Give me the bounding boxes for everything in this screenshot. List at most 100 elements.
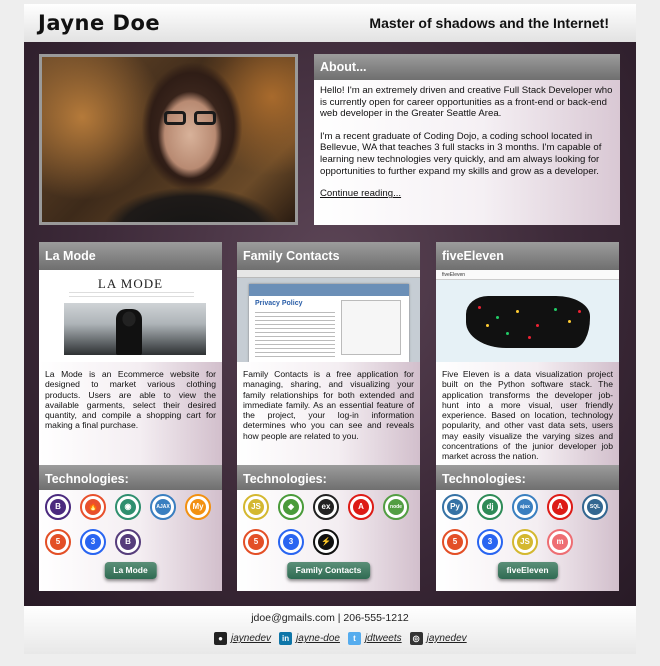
icon-glyph: JS: [517, 534, 533, 550]
icon-glyph: 5: [248, 534, 264, 550]
glasses-detail: [164, 111, 220, 125]
technologies-heading: Technologies:: [436, 465, 619, 490]
icon-glyph: ⚡: [318, 534, 334, 550]
project-card-family-contacts: Family Contacts Privacy Policy Family Co…: [237, 242, 420, 591]
screenshot-title: fiveEleven: [442, 272, 466, 278]
project-screenshot[interactable]: Privacy Policy: [237, 270, 420, 362]
screenshot-hero-image: [64, 303, 206, 355]
icon-glyph: 5: [447, 534, 463, 550]
mysql-workbench-icon: ◉: [115, 494, 141, 520]
site-name: Jayne Doe: [38, 11, 161, 35]
contact-info: jdoe@gmails.com | 206-555-1212: [251, 612, 409, 624]
social-link-codepen[interactable]: jaynedev: [427, 633, 467, 644]
icon-glyph: 3: [482, 534, 498, 550]
codepen-icon[interactable]: ◎: [409, 632, 423, 645]
project-title: La Mode: [39, 242, 222, 270]
sqlite-icon: SQL: [582, 494, 608, 520]
html5-icon: 5: [243, 529, 269, 555]
html5-icon: 5: [442, 529, 468, 555]
icon-glyph: A: [552, 499, 568, 515]
icon-glyph: node: [388, 499, 404, 515]
twitter-icon[interactable]: t: [347, 632, 361, 645]
project-title: Family Contacts: [237, 242, 420, 270]
icon-glyph: dj: [482, 499, 498, 515]
icon-glyph: 5: [50, 534, 66, 550]
mongodb-icon: ◆: [278, 494, 304, 520]
profile-photo: [39, 54, 298, 225]
bootstrap-b-icon: B: [115, 529, 141, 555]
icon-glyph: ◉: [120, 499, 136, 515]
css3-icon: 3: [80, 529, 106, 555]
codeigniter-icon: 🔥: [80, 494, 106, 520]
social-link-github[interactable]: jaynedev: [231, 633, 271, 644]
bootstrap-icon: B: [45, 494, 71, 520]
project-button[interactable]: Family Contacts: [286, 562, 371, 579]
portfolio-page: Jayne Doe Master of shadows and the Inte…: [24, 0, 636, 666]
site-footer: jdoe@gmails.com | 206-555-1212 ● jaynedev…: [24, 606, 636, 654]
icon-glyph: ◆: [283, 499, 299, 515]
about-paragraph-2: I'm a recent graduate of Coding Dojo, a …: [320, 130, 602, 177]
browser-toolbar: [237, 270, 420, 278]
express-icon: ex: [313, 494, 339, 520]
project-button[interactable]: fiveEleven: [497, 562, 558, 579]
project-description: La Mode is an Ecommerce website for desi…: [45, 369, 216, 431]
django-icon: dj: [477, 494, 503, 520]
ajax-icon: AJAX: [150, 494, 176, 520]
html5-icon: 5: [45, 529, 71, 555]
about-panel: About... Hello! I'm an extremely driven …: [314, 54, 620, 225]
technology-icons: Py dj ajax A SQL 5 3 JS m: [442, 494, 618, 555]
project-description: Five Eleven is a data visualization proj…: [442, 369, 613, 462]
javascript-icon: JS: [243, 494, 269, 520]
project-card-fiveeleven: fiveEleven fiveEleven Five Eleven is a d…: [436, 242, 619, 591]
about-paragraph-1: Hello! I'm an extremely driven and creat…: [320, 85, 613, 120]
project-card-la-mode: La Mode LA MODE La Mode is an Ecommerce …: [39, 242, 222, 591]
github-icon[interactable]: ●: [214, 632, 227, 645]
icon-glyph: SQL: [587, 499, 603, 515]
icon-glyph: m: [552, 534, 568, 550]
icon-glyph: AJAX: [155, 499, 171, 515]
icon-glyph: My: [190, 499, 206, 515]
icon-glyph: 3: [85, 534, 101, 550]
icon-glyph: A: [353, 499, 369, 515]
materialize-icon: m: [547, 529, 573, 555]
nodejs-icon: node: [383, 494, 409, 520]
icon-glyph: 3: [283, 534, 299, 550]
technology-icons: JS ◆ ex Anode 5 3 ⚡: [243, 494, 419, 555]
icon-glyph: Py: [447, 499, 463, 515]
python-icon: Py: [442, 494, 468, 520]
main-content: About... Hello! I'm an extremely driven …: [24, 42, 636, 606]
screenshot-title: Privacy Policy: [255, 300, 303, 307]
project-screenshot[interactable]: fiveEleven: [436, 270, 619, 362]
usa-map-shape: [466, 296, 590, 348]
social-link-linkedin[interactable]: jayne-doe: [296, 633, 340, 644]
project-screenshot[interactable]: LA MODE: [39, 270, 222, 362]
icon-glyph: JS: [248, 499, 264, 515]
screenshot-login-box: [341, 300, 401, 355]
technology-icons: B 🔥 ◉ AJAX My 5 3 B: [45, 494, 221, 555]
social-link-twitter[interactable]: jdtweets: [365, 633, 402, 644]
javascript-icon: JS: [512, 529, 538, 555]
screenshot-nav: [69, 292, 194, 297]
icon-glyph: B: [120, 534, 136, 550]
technologies-heading: Technologies:: [237, 465, 420, 490]
continue-reading-link[interactable]: Continue reading...: [320, 188, 401, 199]
d3-icon: ⚡: [313, 529, 339, 555]
social-links: ● jaynedev in jayne-doe t jdtweets ◎ jaynedev: [214, 632, 471, 645]
screenshot-page: Privacy Policy: [249, 284, 409, 362]
site-header: Jayne Doe Master of shadows and the Inte…: [24, 4, 636, 42]
css3-icon: 3: [477, 529, 503, 555]
angular-icon: A: [348, 494, 374, 520]
icon-glyph: B: [50, 499, 66, 515]
project-button[interactable]: La Mode: [104, 562, 157, 579]
css3-icon: 3: [278, 529, 304, 555]
about-heading: About...: [314, 54, 620, 80]
icon-glyph: ex: [318, 499, 334, 515]
icon-glyph: 🔥: [85, 499, 101, 515]
angular-icon: A: [547, 494, 573, 520]
linkedin-icon[interactable]: in: [279, 632, 293, 645]
screenshot-title: LA MODE: [97, 276, 164, 291]
mysql-icon: My: [185, 494, 211, 520]
site-tagline: Master of shadows and the Internet!: [369, 15, 609, 31]
ajax-icon: ajax: [512, 494, 538, 520]
icon-glyph: ajax: [517, 499, 533, 515]
